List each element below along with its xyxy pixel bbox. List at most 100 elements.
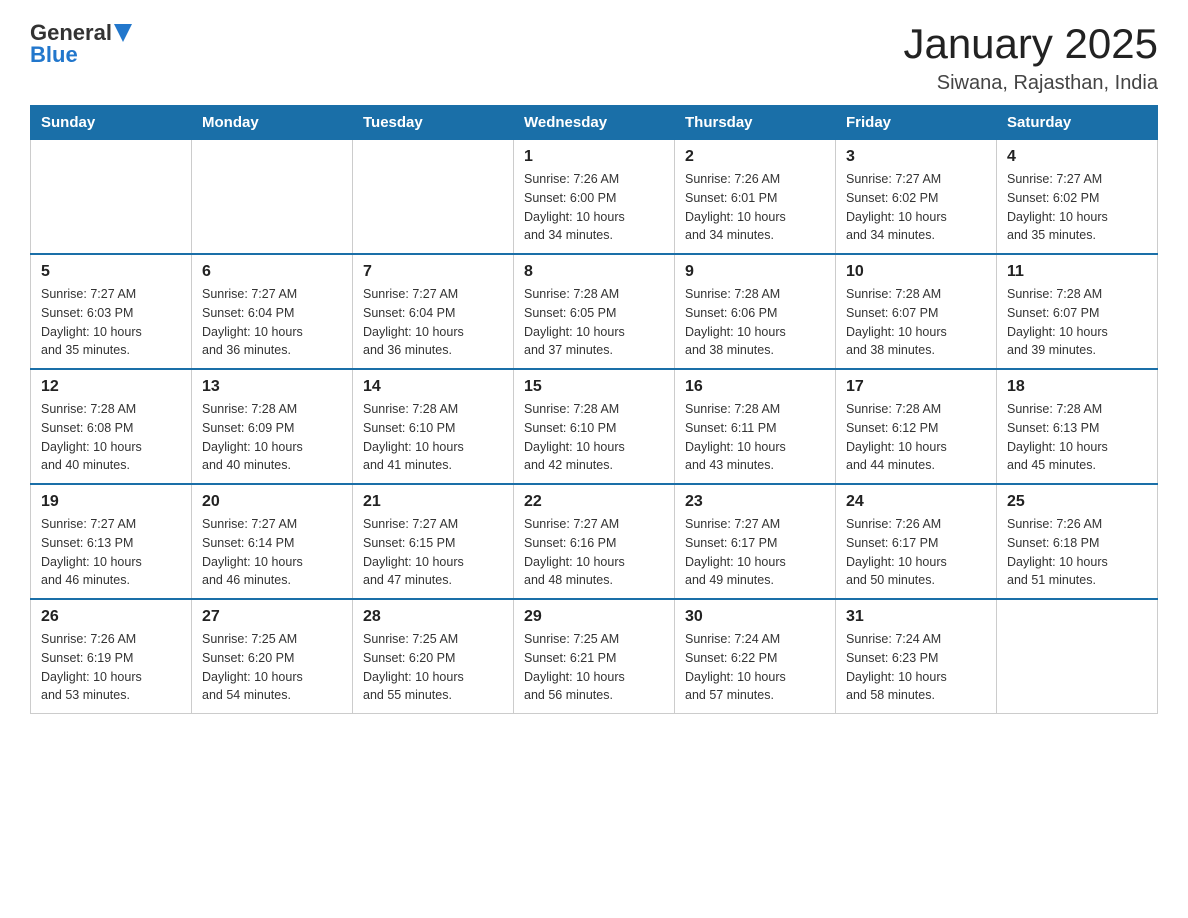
- day-info: Sunrise: 7:27 AM Sunset: 6:13 PM Dayligh…: [41, 515, 181, 590]
- header-row: SundayMondayTuesdayWednesdayThursdayFrid…: [31, 106, 1158, 140]
- calendar-cell: 22Sunrise: 7:27 AM Sunset: 6:16 PM Dayli…: [514, 484, 675, 599]
- calendar-cell: 21 Sunrise: 7:27 AM Sunset: 6:15 PM Dayli…: [353, 484, 514, 599]
- day-info: Sunrise: 7:28 AM Sunset: 6:10 PM Dayligh…: [363, 400, 503, 475]
- day-info: Sunrise: 7:28 AM Sunset: 6:09 PM Dayligh…: [202, 400, 342, 475]
- calendar-cell: 26 Sunrise: 7:26 AM Sunset: 6:19 PM Dayli…: [31, 599, 192, 714]
- day-info: Sunrise: 7:27 AM Sunset: 6:15 PM Dayligh…: [363, 515, 503, 590]
- calendar-cell: 13Sunrise: 7:28 AM Sunset: 6:09 PM Dayli…: [192, 369, 353, 484]
- calendar-cell: 15 Sunrise: 7:28 AM Sunset: 6:10 PM Dayli…: [514, 369, 675, 484]
- calendar-cell: 8Sunrise: 7:28 AM Sunset: 6:05 PM Daylig…: [514, 254, 675, 369]
- calendar-cell: 25 Sunrise: 7:26 AM Sunset: 6:18 PM Dayli…: [997, 484, 1158, 599]
- calendar-cell: 14 Sunrise: 7:28 AM Sunset: 6:10 PM Dayli…: [353, 369, 514, 484]
- day-info: Sunrise: 7:27 AM Sunset: 6:04 PM Dayligh…: [363, 285, 503, 360]
- day-info: Sunrise: 7:25 AM Sunset: 6:20 PM Dayligh…: [363, 630, 503, 705]
- calendar-cell: 18 Sunrise: 7:28 AM Sunset: 6:13 PM Dayli…: [997, 369, 1158, 484]
- day-info: Sunrise: 7:26 AM Sunset: 6:19 PM Dayligh…: [41, 630, 181, 705]
- calendar-cell: 7 Sunrise: 7:27 AM Sunset: 6:04 PM Daylig…: [353, 254, 514, 369]
- calendar-header: SundayMondayTuesdayWednesdayThursdayFrid…: [31, 106, 1158, 140]
- calendar-cell: 10 Sunrise: 7:28 AM Sunset: 6:07 PM Dayli…: [836, 254, 997, 369]
- column-header-sunday: Sunday: [31, 106, 192, 140]
- day-number: 23: [685, 493, 825, 511]
- calendar-cell: 1 Sunrise: 7:26 AM Sunset: 6:00 PM Daylig…: [514, 140, 675, 255]
- calendar-cell: 29Sunrise: 7:25 AM Sunset: 6:21 PM Dayli…: [514, 599, 675, 714]
- day-info: Sunrise: 7:28 AM Sunset: 6:12 PM Dayligh…: [846, 400, 986, 475]
- calendar-cell: 5 Sunrise: 7:27 AM Sunset: 6:03 PM Daylig…: [31, 254, 192, 369]
- calendar-cell: 28Sunrise: 7:25 AM Sunset: 6:20 PM Dayli…: [353, 599, 514, 714]
- logo-triangle-icon: [114, 24, 132, 42]
- calendar-cell: 16 Sunrise: 7:28 AM Sunset: 6:11 PM Dayli…: [675, 369, 836, 484]
- calendar-cell: [353, 140, 514, 255]
- day-number: 1: [524, 148, 664, 166]
- day-number: 26: [41, 608, 181, 626]
- day-number: 14: [363, 378, 503, 396]
- day-number: 31: [846, 608, 986, 626]
- day-info: Sunrise: 7:26 AM Sunset: 6:17 PM Dayligh…: [846, 515, 986, 590]
- day-info: Sunrise: 7:27 AM Sunset: 6:04 PM Dayligh…: [202, 285, 342, 360]
- day-info: Sunrise: 7:28 AM Sunset: 6:06 PM Dayligh…: [685, 285, 825, 360]
- day-number: 21: [363, 493, 503, 511]
- day-number: 20: [202, 493, 342, 511]
- calendar-cell: 20 Sunrise: 7:27 AM Sunset: 6:14 PM Dayli…: [192, 484, 353, 599]
- calendar-cell: 11Sunrise: 7:28 AM Sunset: 6:07 PM Dayli…: [997, 254, 1158, 369]
- location-title: Siwana, Rajasthan, India: [903, 72, 1158, 95]
- week-row-3: 12 Sunrise: 7:28 AM Sunset: 6:08 PM Dayli…: [31, 369, 1158, 484]
- day-number: 3: [846, 148, 986, 166]
- calendar-body: 1 Sunrise: 7:26 AM Sunset: 6:00 PM Daylig…: [31, 140, 1158, 714]
- calendar-cell: [997, 599, 1158, 714]
- day-number: 2: [685, 148, 825, 166]
- day-number: 30: [685, 608, 825, 626]
- day-number: 16: [685, 378, 825, 396]
- week-row-4: 19 Sunrise: 7:27 AM Sunset: 6:13 PM Dayli…: [31, 484, 1158, 599]
- day-info: Sunrise: 7:28 AM Sunset: 6:11 PM Dayligh…: [685, 400, 825, 475]
- day-info: Sunrise: 7:27 AM Sunset: 6:03 PM Dayligh…: [41, 285, 181, 360]
- day-info: Sunrise: 7:28 AM Sunset: 6:10 PM Dayligh…: [524, 400, 664, 475]
- day-info: Sunrise: 7:26 AM Sunset: 6:00 PM Dayligh…: [524, 170, 664, 245]
- day-number: 18: [1007, 378, 1147, 396]
- calendar-cell: 27 Sunrise: 7:25 AM Sunset: 6:20 PM Dayli…: [192, 599, 353, 714]
- day-info: Sunrise: 7:27 AM Sunset: 6:02 PM Dayligh…: [846, 170, 986, 245]
- day-number: 8: [524, 263, 664, 281]
- calendar-cell: 17Sunrise: 7:28 AM Sunset: 6:12 PM Dayli…: [836, 369, 997, 484]
- day-info: Sunrise: 7:24 AM Sunset: 6:23 PM Dayligh…: [846, 630, 986, 705]
- calendar-cell: [31, 140, 192, 255]
- day-number: 25: [1007, 493, 1147, 511]
- day-info: Sunrise: 7:28 AM Sunset: 6:07 PM Dayligh…: [846, 285, 986, 360]
- calendar-table: SundayMondayTuesdayWednesdayThursdayFrid…: [30, 105, 1158, 714]
- column-header-saturday: Saturday: [997, 106, 1158, 140]
- column-header-tuesday: Tuesday: [353, 106, 514, 140]
- day-number: 12: [41, 378, 181, 396]
- day-number: 7: [363, 263, 503, 281]
- calendar-cell: 30 Sunrise: 7:24 AM Sunset: 6:22 PM Dayli…: [675, 599, 836, 714]
- day-info: Sunrise: 7:28 AM Sunset: 6:07 PM Dayligh…: [1007, 285, 1147, 360]
- day-number: 27: [202, 608, 342, 626]
- column-header-monday: Monday: [192, 106, 353, 140]
- day-info: Sunrise: 7:27 AM Sunset: 6:14 PM Dayligh…: [202, 515, 342, 590]
- day-number: 5: [41, 263, 181, 281]
- logo-blue: Blue: [30, 42, 78, 68]
- day-number: 9: [685, 263, 825, 281]
- column-header-thursday: Thursday: [675, 106, 836, 140]
- day-info: Sunrise: 7:25 AM Sunset: 6:21 PM Dayligh…: [524, 630, 664, 705]
- day-info: Sunrise: 7:24 AM Sunset: 6:22 PM Dayligh…: [685, 630, 825, 705]
- calendar-cell: 23 Sunrise: 7:27 AM Sunset: 6:17 PM Dayli…: [675, 484, 836, 599]
- day-number: 19: [41, 493, 181, 511]
- calendar-cell: 9 Sunrise: 7:28 AM Sunset: 6:06 PM Daylig…: [675, 254, 836, 369]
- day-info: Sunrise: 7:26 AM Sunset: 6:01 PM Dayligh…: [685, 170, 825, 245]
- calendar-cell: [192, 140, 353, 255]
- week-row-5: 26 Sunrise: 7:26 AM Sunset: 6:19 PM Dayli…: [31, 599, 1158, 714]
- title-block: January 2025 Siwana, Rajasthan, India: [903, 20, 1158, 95]
- day-info: Sunrise: 7:25 AM Sunset: 6:20 PM Dayligh…: [202, 630, 342, 705]
- day-number: 6: [202, 263, 342, 281]
- calendar-cell: 31 Sunrise: 7:24 AM Sunset: 6:23 PM Dayli…: [836, 599, 997, 714]
- day-info: Sunrise: 7:28 AM Sunset: 6:08 PM Dayligh…: [41, 400, 181, 475]
- calendar-cell: 24 Sunrise: 7:26 AM Sunset: 6:17 PM Dayli…: [836, 484, 997, 599]
- calendar-cell: 3 Sunrise: 7:27 AM Sunset: 6:02 PM Daylig…: [836, 140, 997, 255]
- day-info: Sunrise: 7:28 AM Sunset: 6:13 PM Dayligh…: [1007, 400, 1147, 475]
- month-title: January 2025: [903, 20, 1158, 68]
- day-info: Sunrise: 7:26 AM Sunset: 6:18 PM Dayligh…: [1007, 515, 1147, 590]
- day-number: 10: [846, 263, 986, 281]
- day-number: 15: [524, 378, 664, 396]
- day-number: 24: [846, 493, 986, 511]
- day-number: 4: [1007, 148, 1147, 166]
- day-info: Sunrise: 7:27 AM Sunset: 6:17 PM Dayligh…: [685, 515, 825, 590]
